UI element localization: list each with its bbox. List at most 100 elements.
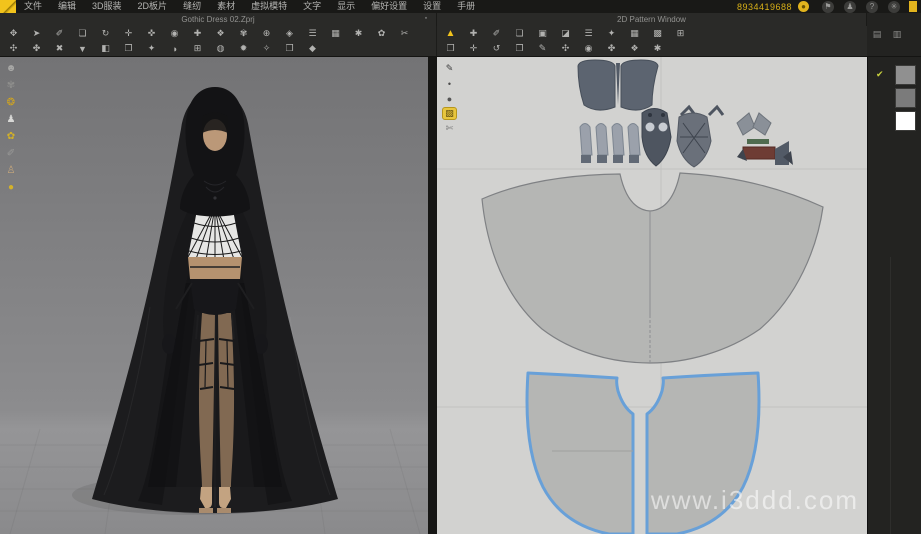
3d-tool-icon[interactable]: ✜ <box>143 27 160 40</box>
3d-side-toolbar: ☻ ✾ ❂ ♟ ✿ ✐ ♙ ● <box>3 61 19 197</box>
2d-window-title: 2D Pattern Window <box>437 13 867 26</box>
2d-tool-icon[interactable]: ✣ <box>557 42 574 55</box>
3d-tool-icon[interactable]: ◉ <box>166 27 183 40</box>
menu-item[interactable]: 设置 <box>415 0 449 13</box>
2d-tool-icon[interactable]: ⊞ <box>672 27 689 40</box>
3d-tool-icon[interactable]: ⊞ <box>189 42 206 55</box>
menubar-icon[interactable]: ⚑ <box>822 1 834 13</box>
3d-tool-icon[interactable]: ✥ <box>5 27 22 40</box>
2d-tool-icon[interactable]: ✛ <box>465 42 482 55</box>
menu-item[interactable]: 手册 <box>449 0 483 13</box>
menubar-right: 8934419688 ● ⚑♟?✳ <box>737 1 921 13</box>
2d-tool-icon[interactable]: ◉ <box>580 42 597 55</box>
3d-tool-icon[interactable]: ✾ <box>235 27 252 40</box>
3d-tool-icon[interactable]: ✛ <box>120 27 137 40</box>
2d-tool-icon[interactable]: ✎ <box>534 42 551 55</box>
3d-tool-icon[interactable]: ✧ <box>258 42 275 55</box>
panel-tool-icon[interactable]: ▥ <box>890 28 904 41</box>
2d-view-toggle-icon[interactable]: ✄ <box>442 122 457 135</box>
2d-tool-icon[interactable]: ☰ <box>580 27 597 40</box>
menu-item[interactable]: 3D服装 <box>84 0 130 13</box>
color-swatch[interactable] <box>895 111 916 131</box>
color-swatch[interactable] <box>895 65 916 85</box>
3d-tool-icon[interactable]: ◍ <box>212 42 229 55</box>
2d-tool-icon[interactable]: ❏ <box>511 27 528 40</box>
2d-tool-icon[interactable]: ↺ <box>488 42 505 55</box>
2d-tool-icon[interactable]: ❒ <box>442 42 459 55</box>
3d-tool-icon[interactable]: ❒ <box>281 42 298 55</box>
2d-view-toggle-icon[interactable]: ▨ <box>442 107 457 120</box>
menubar-icon[interactable]: ✳ <box>888 1 900 13</box>
3d-tool-icon[interactable]: ◑ <box>166 42 183 55</box>
3d-tool-icon[interactable]: ⊕ <box>258 27 275 40</box>
3d-tool-icon[interactable]: ✹ <box>235 42 252 55</box>
3d-tool-icon[interactable]: ❖ <box>212 27 229 40</box>
menubar-icon[interactable]: ? <box>866 1 878 13</box>
2d-view-toggle-icon[interactable]: ✎ <box>442 62 457 75</box>
3d-view-toggle-icon[interactable]: ❂ <box>3 95 19 110</box>
2d-tool-icon[interactable]: ✱ <box>649 42 666 55</box>
3d-tool-icon[interactable]: ✖ <box>51 42 68 55</box>
3d-view-toggle-icon[interactable]: ✐ <box>3 146 19 161</box>
3d-tool-icon[interactable]: ❐ <box>120 42 137 55</box>
3d-view-toggle-icon[interactable]: ● <box>3 180 19 195</box>
3d-tool-icon[interactable]: ↻ <box>97 27 114 40</box>
2d-view-toggle-icon[interactable]: • <box>442 77 457 90</box>
menubar-icon[interactable]: ♟ <box>844 1 856 13</box>
3d-tool-icon[interactable]: ✂ <box>396 27 413 40</box>
3d-tool-icon[interactable]: ✣ <box>5 42 22 55</box>
3d-tool-icon[interactable]: ▼ <box>74 42 91 55</box>
2d-tool-icon[interactable]: ✐ <box>488 27 505 40</box>
menu-item[interactable]: 虚拟模特 <box>243 0 295 13</box>
pin-icon[interactable]: ▪ <box>422 15 430 23</box>
3d-view-toggle-icon[interactable]: ♟ <box>3 112 19 127</box>
3d-tool-icon[interactable]: ✿ <box>373 27 390 40</box>
2d-tool-icon[interactable]: ◪ <box>557 27 574 40</box>
menu-item[interactable]: 显示 <box>329 0 363 13</box>
2d-tool-icon[interactable]: ▲ <box>442 27 459 40</box>
2d-tool-icon[interactable]: ▦ <box>626 27 643 40</box>
menu-item[interactable]: 编辑 <box>50 0 84 13</box>
menu-item[interactable]: 2D板片 <box>130 0 176 13</box>
3d-tool-icon[interactable]: ✦ <box>143 42 160 55</box>
3d-view-toggle-icon[interactable]: ✾ <box>3 78 19 93</box>
3d-scene[interactable] <box>0 57 428 534</box>
3d-tool-icon[interactable]: ▦ <box>327 27 344 40</box>
3d-view-toggle-icon[interactable]: ♙ <box>3 163 19 178</box>
project-title-text: Gothic Dress 02.Zprj <box>181 15 254 24</box>
pane-divider[interactable] <box>428 57 437 534</box>
3d-view-toggle-icon[interactable]: ☻ <box>3 61 19 76</box>
color-swatch[interactable] <box>895 88 916 108</box>
3d-tool-icon[interactable]: ✱ <box>350 27 367 40</box>
3d-tool-icon[interactable]: ✤ <box>28 42 45 55</box>
2d-tool-icon[interactable]: ✦ <box>603 27 620 40</box>
coin-icon[interactable]: ● <box>798 1 809 12</box>
2d-tool-icon[interactable]: ❐ <box>511 42 528 55</box>
menu-item[interactable]: 素材 <box>209 0 243 13</box>
2d-pattern-viewport[interactable]: ✎ • ● ▨ ✄ <box>437 57 867 534</box>
pattern-canvas[interactable] <box>437 57 867 534</box>
2d-tool-icon[interactable]: ▩ <box>649 27 666 40</box>
3d-tool-icon[interactable]: ◆ <box>304 42 321 55</box>
3d-tool-icon[interactable]: ◈ <box>281 27 298 40</box>
check-icon[interactable]: ✔ <box>876 69 884 80</box>
menu-item[interactable]: 偏好设置 <box>363 0 415 13</box>
2d-tool-icon[interactable]: ❖ <box>626 42 643 55</box>
3d-tool-icon[interactable]: ☰ <box>304 27 321 40</box>
app-logo-icon[interactable] <box>0 0 16 13</box>
3d-viewport[interactable]: ☻ ✾ ❂ ♟ ✿ ✐ ♙ ● <box>0 57 428 534</box>
2d-tool-icon[interactable]: ▣ <box>534 27 551 40</box>
3d-tool-icon[interactable]: ✚ <box>189 27 206 40</box>
3d-tool-icon[interactable]: ✐ <box>51 27 68 40</box>
panel-tool-icon[interactable]: ▤ <box>870 28 884 41</box>
menu-item[interactable]: 缝纫 <box>175 0 209 13</box>
3d-tool-icon[interactable]: ❏ <box>74 27 91 40</box>
menu-item[interactable]: 文件 <box>16 0 50 13</box>
3d-view-toggle-icon[interactable]: ✿ <box>3 129 19 144</box>
3d-tool-icon[interactable]: ➤ <box>28 27 45 40</box>
2d-view-toggle-icon[interactable]: ● <box>442 92 457 105</box>
menu-item[interactable]: 文字 <box>295 0 329 13</box>
3d-tool-icon[interactable]: ◧ <box>97 42 114 55</box>
2d-tool-icon[interactable]: ✚ <box>465 27 482 40</box>
2d-tool-icon[interactable]: ✤ <box>603 42 620 55</box>
